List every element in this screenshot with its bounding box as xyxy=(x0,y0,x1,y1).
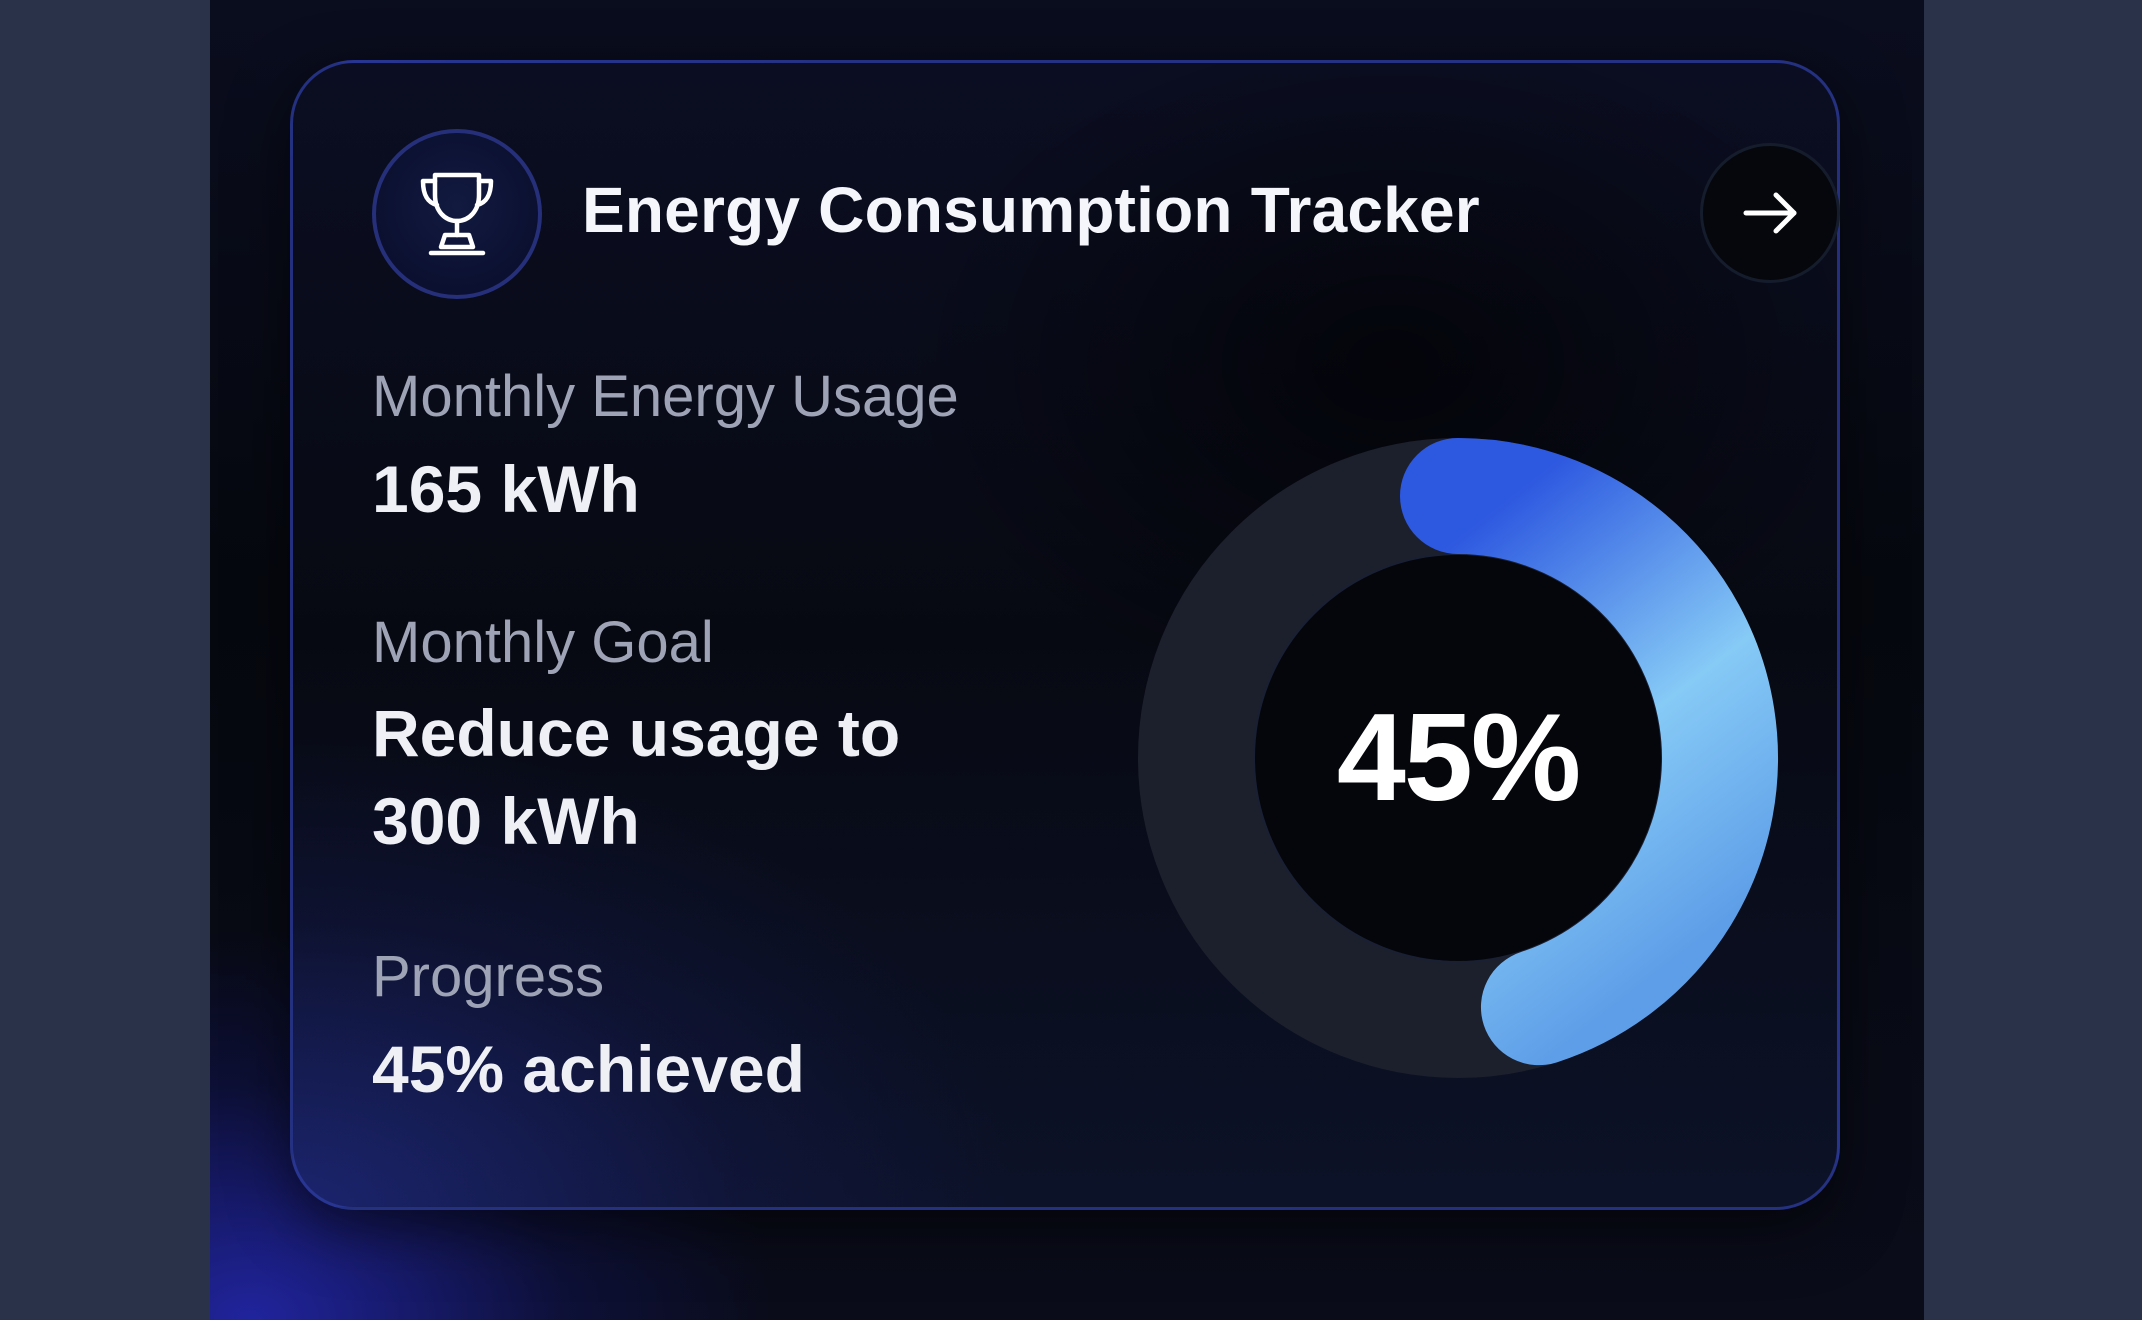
arrow-right-icon xyxy=(1743,192,1797,234)
goal-value: Reduce usage to 300 kWh xyxy=(372,696,901,858)
app-frame: Energy Consumption Tracker Monthly Energ… xyxy=(210,0,1924,1320)
progress-value: 45% achieved xyxy=(372,1032,805,1106)
energy-tracker-card: Energy Consumption Tracker Monthly Energ… xyxy=(290,60,1840,1210)
trophy-icon xyxy=(420,172,494,256)
card-header: Energy Consumption Tracker xyxy=(372,129,1840,309)
trophy-badge xyxy=(372,129,542,299)
usage-value: 165 kWh xyxy=(372,452,640,526)
goal-label: Monthly Goal xyxy=(372,610,714,675)
open-details-button[interactable] xyxy=(1700,143,1840,283)
progress-percent-label: 45% xyxy=(1336,689,1581,827)
card-title: Energy Consumption Tracker xyxy=(582,174,1480,246)
progress-ring: 45% xyxy=(1128,428,1788,1088)
progress-label: Progress xyxy=(372,944,605,1009)
usage-label: Monthly Energy Usage xyxy=(372,364,959,429)
